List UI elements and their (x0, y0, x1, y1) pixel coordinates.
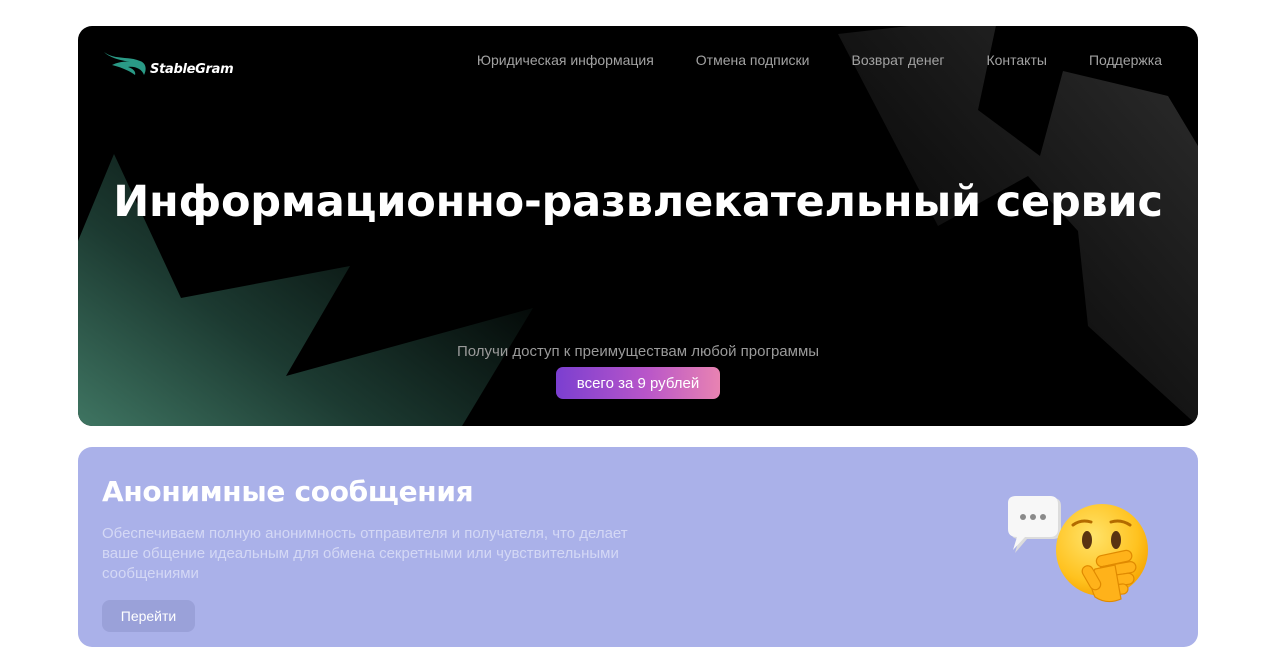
hero-banner: StableGram Юридическая информация Отмена… (78, 26, 1198, 426)
feature-title: Анонимные сообщения (102, 475, 474, 508)
nav-item-contacts[interactable]: Контакты (986, 52, 1046, 68)
brand-logo[interactable]: StableGram (102, 50, 234, 78)
feature-illustration (1008, 496, 1148, 603)
feature-go-button[interactable]: Перейти (102, 600, 195, 632)
nav-item-cancel-subscription[interactable]: Отмена подписки (696, 52, 810, 68)
hero-title: Информационно-развлекательный сервис (113, 177, 1163, 227)
top-navigation: Юридическая информация Отмена подписки В… (435, 52, 1162, 68)
feature-description: Обеспечиваем полную анонимность отправит… (102, 525, 628, 582)
hero-subtitle: Получи доступ к преимуществам любой прог… (456, 343, 820, 360)
brand-name: StableGram (150, 61, 234, 77)
nav-item-refund[interactable]: Возврат денег (852, 52, 945, 68)
price-badge[interactable]: всего за 9 рублей (556, 367, 720, 399)
hand-over-mouth-emoji-icon (1056, 504, 1148, 603)
nav-item-support[interactable]: Поддержка (1089, 52, 1162, 68)
wave-logo-icon (104, 52, 146, 75)
feature-card-anonymous-messages: Анонимные сообщения Обеспечиваем полную … (78, 447, 1198, 647)
speech-bubble-icon (1008, 496, 1061, 553)
nav-item-legal[interactable]: Юридическая информация (477, 52, 654, 68)
